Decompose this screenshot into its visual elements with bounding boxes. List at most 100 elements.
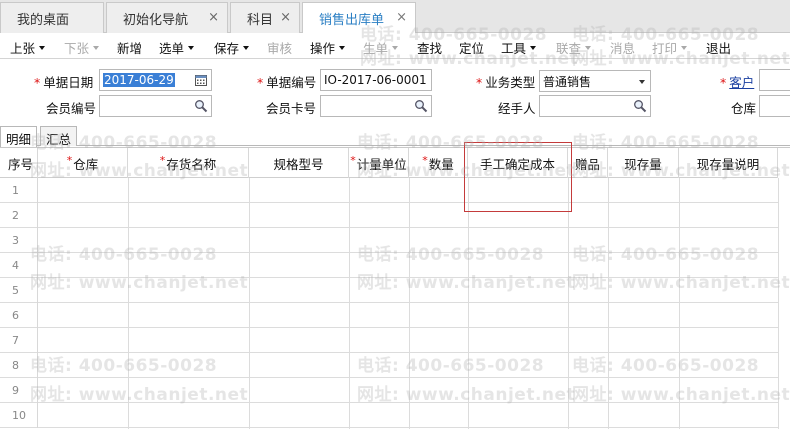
tab-sales-outbound[interactable]: 销售出库单 ×: [302, 2, 416, 34]
tab-label: 我的桌面: [17, 12, 70, 28]
doc-no-value: IO-2017-06-0001: [324, 73, 427, 87]
button-label: 联查: [556, 41, 582, 56]
tab-label: 销售出库单: [319, 13, 385, 28]
highlight-annotation-box: [464, 142, 572, 212]
column-header-unit[interactable]: * 计量单位: [349, 148, 409, 178]
detail-grid: 序号 * 仓库 * 存货名称 规格型号 * 计量单位 * 数量 手工确定成本 赠品 现存…: [0, 147, 790, 429]
toolbar: 上张 下张 新增 选单 保存 审核 操作 生单 查找 定位 工具 联查 消息 打…: [0, 33, 790, 59]
button-label: 退出: [706, 41, 732, 56]
magnifier-icon[interactable]: [194, 99, 208, 113]
label-text: 单据日期: [43, 75, 94, 90]
column-header-spec[interactable]: 规格型号: [249, 148, 349, 178]
table-row[interactable]: 1: [0, 178, 778, 203]
column-header-warehouse[interactable]: * 仓库: [38, 148, 128, 178]
tools-button[interactable]: 工具: [501, 38, 537, 57]
member-no-field[interactable]: [99, 95, 212, 117]
chevron-down-icon[interactable]: [639, 80, 645, 84]
column-header-seq[interactable]: 序号: [0, 148, 38, 178]
tab-summary[interactable]: 汇总: [40, 126, 78, 147]
label-text: 经手人: [498, 101, 536, 116]
customer-label[interactable]: * 客户: [720, 72, 754, 91]
close-icon[interactable]: ×: [280, 11, 291, 24]
grid-line: [778, 178, 779, 429]
next-record-button[interactable]: 下张: [64, 38, 100, 57]
row-number: 7: [0, 328, 38, 353]
magnifier-icon[interactable]: [633, 99, 647, 113]
member-no-label: 会员编号: [46, 98, 96, 117]
handler-label: 经手人: [498, 98, 536, 117]
messages-button[interactable]: 消息: [610, 38, 635, 57]
tab-init-navigation[interactable]: 初始化导航 ×: [106, 2, 228, 33]
handler-field[interactable]: [539, 95, 651, 117]
chevron-down-icon: [392, 46, 399, 50]
chevron-down-icon: [243, 46, 250, 50]
column-header-gift[interactable]: 赠品: [568, 148, 608, 178]
close-icon[interactable]: ×: [396, 11, 407, 24]
close-icon[interactable]: ×: [208, 11, 219, 24]
column-label: 计量单位: [356, 156, 407, 172]
chevron-down-icon: [188, 46, 195, 50]
exit-button[interactable]: 退出: [706, 38, 731, 57]
row-number: 4: [0, 253, 38, 278]
warehouse-field[interactable]: [759, 95, 790, 117]
warehouse-label: 仓库: [731, 98, 756, 117]
calendar-icon[interactable]: [194, 73, 208, 87]
table-row[interactable]: 5: [0, 278, 778, 303]
table-row[interactable]: 7: [0, 328, 778, 353]
tab-label: 初始化导航: [123, 12, 189, 28]
prev-record-button[interactable]: 上张: [10, 38, 46, 57]
chevron-down-icon: [681, 46, 688, 50]
column-header-quantity[interactable]: * 数量: [409, 148, 468, 178]
row-number: 8: [0, 353, 38, 378]
table-row[interactable]: 9: [0, 378, 778, 403]
find-button[interactable]: 查找: [417, 38, 442, 57]
audit-button[interactable]: 审核: [267, 38, 292, 57]
label-text: 会员编号: [46, 101, 97, 116]
new-button[interactable]: 新增: [117, 38, 142, 57]
tab-label: 汇总: [46, 132, 72, 147]
customer-field[interactable]: [759, 69, 790, 91]
button-label: 打印: [652, 41, 678, 56]
column-header-item-name[interactable]: * 存货名称: [128, 148, 249, 178]
column-header-stock-note[interactable]: 现存量说明: [679, 148, 778, 178]
generate-bill-button[interactable]: 生单: [363, 38, 399, 57]
tab-my-desktop[interactable]: 我的桌面: [0, 2, 104, 33]
table-row[interactable]: 2: [0, 203, 778, 228]
magnifier-icon[interactable]: [414, 99, 428, 113]
row-number: 5: [0, 278, 38, 303]
table-row[interactable]: 6: [0, 303, 778, 328]
row-number: 3: [0, 228, 38, 253]
table-row[interactable]: 4: [0, 253, 778, 278]
required-mark: *: [34, 75, 41, 90]
tab-accounts[interactable]: 科目 ×: [230, 2, 300, 33]
button-label: 审核: [267, 41, 293, 56]
tab-label: 科目: [247, 12, 274, 28]
doc-no-field[interactable]: IO-2017-06-0001: [320, 69, 432, 91]
column-header-stock[interactable]: 现存量: [608, 148, 679, 178]
chevron-down-icon: [585, 46, 592, 50]
table-row[interactable]: 3: [0, 228, 778, 253]
table-row[interactable]: 8: [0, 353, 778, 378]
row-number: 6: [0, 303, 38, 328]
select-bill-button[interactable]: 选单: [159, 38, 195, 57]
print-button[interactable]: 打印: [652, 38, 688, 57]
operations-button[interactable]: 操作: [310, 38, 346, 57]
doc-date-field[interactable]: 2017-06-29: [99, 69, 212, 91]
button-label: 选单: [159, 41, 185, 56]
button-label: 新增: [117, 41, 143, 56]
biz-type-label: * 业务类型: [476, 72, 535, 91]
member-card-field[interactable]: [320, 95, 432, 117]
biz-type-select[interactable]: 普通销售: [539, 70, 651, 92]
drill-query-button[interactable]: 联查: [556, 38, 592, 57]
button-label: 定位: [459, 41, 485, 56]
table-row[interactable]: 10: [0, 403, 778, 428]
row-number: 2: [0, 203, 38, 228]
column-label: 存货名称: [166, 156, 217, 172]
locate-button[interactable]: 定位: [459, 38, 484, 57]
column-label: 赠品: [574, 156, 600, 172]
required-mark: *: [350, 153, 356, 167]
tab-detail[interactable]: 明细: [0, 126, 38, 147]
save-button[interactable]: 保存: [214, 38, 250, 57]
customer-link[interactable]: 客户: [729, 75, 754, 90]
column-label: 序号: [8, 156, 34, 172]
